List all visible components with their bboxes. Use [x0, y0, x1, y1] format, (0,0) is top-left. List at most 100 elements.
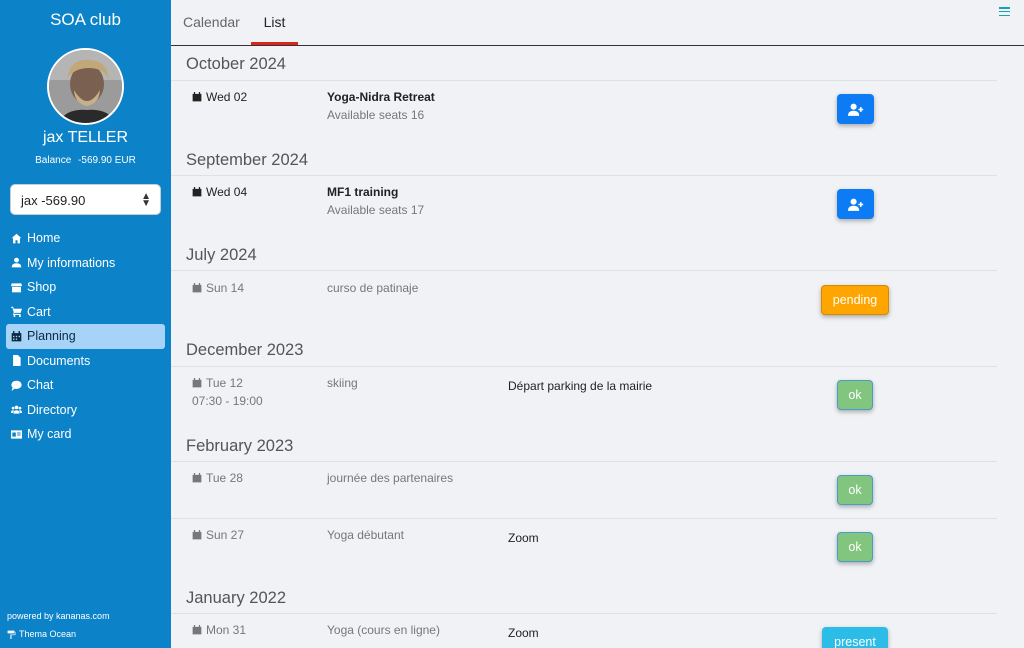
- month-heading: July 2024: [186, 246, 257, 264]
- divider: [171, 175, 997, 176]
- month-heading: January 2022: [186, 589, 286, 607]
- sidebar-item-directory[interactable]: Directory: [6, 398, 165, 423]
- month-heading: October 2024: [186, 55, 286, 73]
- divider: [171, 366, 997, 367]
- avatar-image: [49, 50, 122, 123]
- calendar-icon: [192, 92, 202, 102]
- event-date: Tue 28: [192, 471, 243, 485]
- id-card-icon: [9, 429, 24, 440]
- event-info: Départ parking de la mairie: [508, 379, 653, 393]
- file-icon: [9, 355, 24, 367]
- store-icon: [9, 282, 24, 293]
- balance: Balance -569.90 EUR: [0, 155, 171, 166]
- event-info: Zoom: [508, 626, 539, 640]
- sidebar-nav: Home My informations Shop Cart Planning …: [6, 226, 165, 447]
- sidebar-item-label: Directory: [27, 402, 78, 417]
- cart-icon: [9, 306, 24, 318]
- home-icon: [9, 233, 24, 244]
- event-title[interactable]: Yoga (cours en ligne): [327, 623, 440, 637]
- event-date-text: Tue 28: [206, 471, 243, 485]
- balance-label: Balance: [35, 155, 72, 166]
- divider: [171, 613, 997, 614]
- event-date: Sun 14: [192, 281, 244, 295]
- account-select-value: jax -569.90: [21, 193, 86, 208]
- theme-label: Thema Ocean: [19, 629, 77, 639]
- balance-value: -569.90 EUR: [78, 155, 136, 166]
- theme-switcher[interactable]: Thema Ocean: [7, 629, 76, 639]
- sidebar-item-documents[interactable]: Documents: [6, 349, 165, 374]
- menu-icon[interactable]: [999, 6, 1010, 17]
- user-plus-icon: [847, 198, 863, 211]
- status-badge-present[interactable]: present: [822, 627, 888, 648]
- sidebar-item-label: Cart: [27, 304, 51, 319]
- main-content: Calendar List October 2024 Wed 02 Yoga-N…: [171, 0, 1024, 648]
- status-badge-ok[interactable]: ok: [837, 532, 873, 562]
- chat-icon: [9, 380, 24, 391]
- calendar-icon: [192, 283, 202, 293]
- avatar[interactable]: [47, 48, 124, 125]
- user-plus-icon: [847, 103, 863, 116]
- user-icon: [9, 257, 24, 268]
- status-badge-pending[interactable]: pending: [821, 285, 889, 315]
- tab-list[interactable]: List: [251, 14, 298, 45]
- divider: [171, 80, 997, 81]
- event-title[interactable]: Yoga débutant: [327, 528, 404, 542]
- event-date: Wed 04: [192, 185, 247, 199]
- event-date-text: Sun 27: [206, 528, 245, 542]
- register-button[interactable]: [837, 189, 874, 219]
- event-title[interactable]: skiing: [327, 376, 358, 390]
- calendar-icon: [192, 530, 202, 540]
- sidebar-item-chat[interactable]: Chat: [6, 373, 165, 398]
- select-caret-icon: ▲ ▼: [141, 191, 151, 209]
- sidebar-item-my-informations[interactable]: My informations: [6, 251, 165, 276]
- sidebar-item-label: Home: [27, 231, 61, 246]
- event-date-text: Wed 04: [206, 185, 248, 199]
- view-tabs: Calendar List: [171, 0, 1024, 46]
- month-heading: February 2023: [186, 437, 294, 455]
- event-title[interactable]: journée des partenaires: [327, 471, 453, 485]
- event-date-text: Tue 12: [206, 376, 243, 390]
- sidebar-item-shop[interactable]: Shop: [6, 275, 165, 300]
- event-time: 07:30 - 19:00: [192, 394, 263, 408]
- sidebar-item-cart[interactable]: Cart: [6, 300, 165, 325]
- sidebar-item-planning[interactable]: Planning: [6, 324, 165, 349]
- event-info: Zoom: [508, 531, 539, 545]
- sidebar-item-home[interactable]: Home: [6, 226, 165, 251]
- event-date: Sun 27: [192, 528, 244, 542]
- event-date: Wed 02: [192, 90, 247, 104]
- divider: [171, 270, 997, 271]
- users-icon: [9, 404, 24, 415]
- event-date-text: Sun 14: [206, 281, 245, 295]
- sidebar-item-label: Documents: [27, 353, 91, 368]
- event-date: Mon 31: [192, 623, 246, 637]
- tab-calendar[interactable]: Calendar: [183, 14, 240, 45]
- divider: [171, 461, 997, 462]
- account-select[interactable]: jax -569.90 ▲ ▼: [10, 184, 161, 215]
- paint-roller-icon: [7, 630, 16, 639]
- divider: [171, 518, 997, 519]
- event-date-text: Wed 02: [206, 90, 248, 104]
- sidebar: SOA club jax TELLER Balance -569.90 EUR …: [0, 0, 171, 648]
- user-name: jax TELLER: [42, 129, 129, 146]
- calendar-icon: [192, 378, 202, 388]
- calendar-icon: [192, 473, 202, 483]
- status-badge-ok[interactable]: ok: [837, 380, 873, 410]
- powered-by[interactable]: powered by kananas.com: [7, 611, 110, 621]
- month-heading: September 2024: [186, 151, 309, 169]
- calendar-icon: [192, 187, 202, 197]
- status-badge-ok[interactable]: ok: [837, 475, 873, 505]
- sidebar-item-label: Shop: [27, 280, 57, 295]
- month-heading: December 2023: [186, 341, 304, 359]
- event-title[interactable]: MF1 training: [327, 185, 398, 199]
- event-title[interactable]: curso de patinaje: [327, 281, 418, 295]
- sidebar-item-my-card[interactable]: My card: [6, 422, 165, 447]
- event-title[interactable]: Yoga-Nidra Retreat: [327, 90, 435, 104]
- register-button[interactable]: [837, 94, 874, 124]
- sidebar-item-label: Chat: [27, 378, 54, 393]
- calendar-icon: [192, 625, 202, 635]
- event-seats: Available seats 17: [327, 203, 425, 217]
- calendar-icon: [9, 330, 24, 342]
- club-title: SOA club: [50, 10, 121, 29]
- event-seats: Available seats 16: [327, 108, 425, 122]
- sidebar-item-label: My card: [27, 427, 72, 442]
